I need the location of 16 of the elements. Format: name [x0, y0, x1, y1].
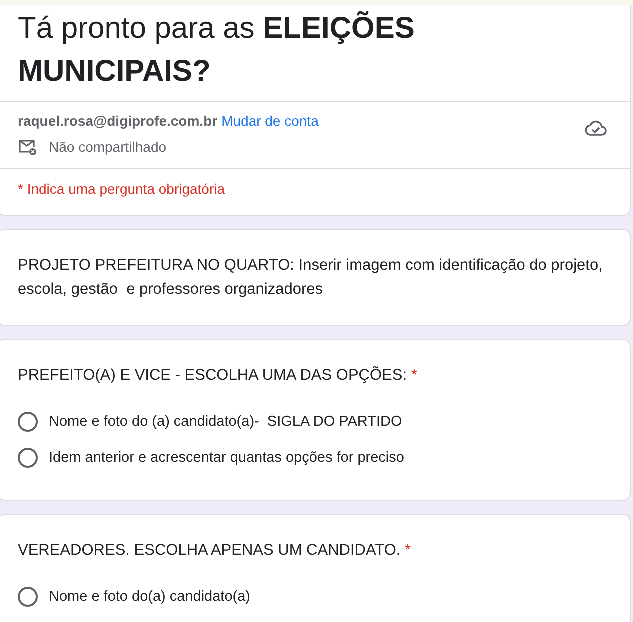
mail-x-icon	[18, 138, 37, 156]
switch-account-link[interactable]: Mudar de conta	[222, 113, 319, 129]
radio-option[interactable]: Nome e foto do (a) candidato(a)- SIGLA DO PARTIDO	[18, 412, 610, 432]
required-note: * Indica uma pergunta obrigatória	[0, 168, 630, 215]
question-title: VEREADORES. ESCOLHA APENAS UM CANDIDATO. *	[18, 541, 412, 561]
radio-button-icon[interactable]	[18, 412, 38, 432]
radio-button-icon[interactable]	[18, 587, 38, 607]
radio-option[interactable]: Nome e foto do(a) candidato(a)	[18, 587, 610, 607]
sharing-status: Não compartilhado	[49, 139, 167, 155]
question-title: PREFEITO(A) E VICE - ESCOLHA UMA DAS OPÇÕES: *	[18, 365, 418, 386]
account-email: raquel.rosa@digiprofe.com.br	[18, 113, 218, 129]
form-title: Tá pronto para as ELEIÇÕES MUNICIPAIS?	[17, 10, 416, 90]
radio-button-icon[interactable]	[18, 448, 38, 468]
cloud-check-icon	[584, 119, 608, 137]
section-description: PROJETO PREFEITURA NO QUARTO: Inserir imagem com identificação do projeto, escola, gestão e professores organizadores	[18, 256, 604, 300]
radio-option[interactable]: Idem anterior e acrescentar quantas opções for preciso	[18, 448, 610, 468]
